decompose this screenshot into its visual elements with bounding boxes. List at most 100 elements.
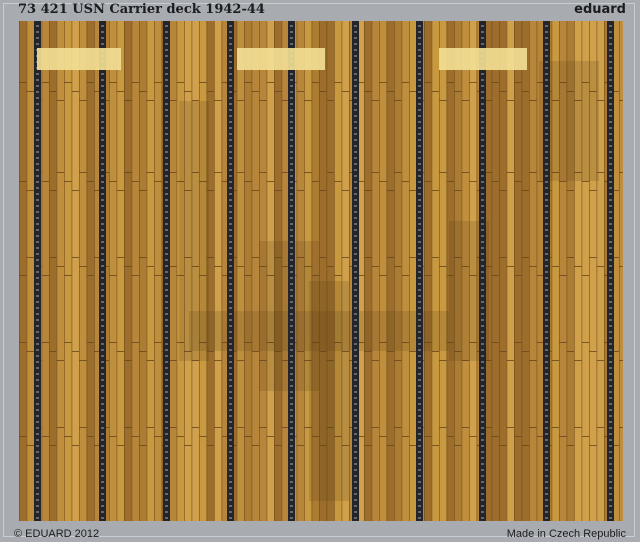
tie-down-hole: [354, 403, 357, 405]
plank-butt-joint: [49, 257, 57, 258]
tie-down-hole: [418, 511, 421, 513]
tie-down-hole: [101, 217, 104, 219]
tie-down-hole: [481, 73, 484, 75]
tie-down-hole: [165, 295, 168, 297]
tie-down-hole: [418, 31, 421, 33]
tie-down-hole: [229, 307, 232, 309]
plank-butt-joint: [206, 91, 214, 92]
tie-down-hole: [101, 409, 104, 411]
plank-butt-joint: [379, 275, 387, 276]
tie-down-hole: [481, 487, 484, 489]
tie-down-hole: [101, 127, 104, 129]
tie-down-hole: [165, 85, 168, 87]
tie-down-hole: [290, 331, 293, 333]
tie-down-hole: [229, 439, 232, 441]
tie-down-hole: [165, 481, 168, 483]
plank-butt-joint: [244, 82, 252, 83]
tie-down-hole: [290, 217, 293, 219]
tie-down-hole: [290, 319, 293, 321]
tie-down-hole: [290, 235, 293, 237]
plank-seam: [394, 21, 395, 521]
tie-down-hole: [545, 463, 548, 465]
plank-butt-joint: [431, 445, 439, 446]
tie-down-hole: [609, 457, 612, 459]
tie-down-hole: [36, 205, 39, 207]
tie-down-hole: [101, 163, 104, 165]
tie-down-hole: [229, 463, 232, 465]
tie-down-hole: [418, 283, 421, 285]
tie-down-hole: [36, 355, 39, 357]
tie-down-hole: [609, 403, 612, 405]
tie-down-hole: [354, 325, 357, 327]
tie-down-hole: [609, 313, 612, 315]
tie-down-hole: [481, 505, 484, 507]
tie-down-hole: [609, 487, 612, 489]
tie-down-hole: [545, 91, 548, 93]
tie-down-hole: [290, 145, 293, 147]
plank-butt-joint: [619, 100, 623, 101]
tie-down-hole: [545, 487, 548, 489]
tie-down-hole: [609, 61, 612, 63]
tie-down-hole: [545, 433, 548, 435]
tie-down-hole: [165, 301, 168, 303]
tie-down-hole: [481, 457, 484, 459]
tie-down-hole: [101, 499, 104, 501]
photo-etch-fret: 73 421 USN Carrier deck 1942-44 eduard ©…: [0, 0, 640, 542]
plank-butt-joint: [236, 266, 244, 267]
plank-butt-joint: [71, 445, 79, 446]
tie-down-hole: [545, 199, 548, 201]
tie-down-hole: [481, 277, 484, 279]
tie-down-hole: [481, 157, 484, 159]
plank-butt-joint: [109, 181, 117, 182]
plank-butt-joint: [461, 100, 469, 101]
tie-down-hole: [354, 25, 357, 27]
plank-butt-joint: [131, 181, 139, 182]
plank-butt-joint: [566, 257, 574, 258]
plank-butt-joint: [311, 181, 319, 182]
tie-down-hole: [165, 493, 168, 495]
plank-butt-joint: [439, 172, 447, 173]
tie-down-hole: [418, 457, 421, 459]
tie-down-hole: [101, 427, 104, 429]
tie-down-hole: [36, 265, 39, 267]
tie-down-hole: [290, 361, 293, 363]
plank-seam: [56, 21, 58, 521]
plank-butt-joint: [386, 351, 394, 352]
plank-butt-joint: [566, 351, 574, 352]
tie-down-hole: [609, 427, 612, 429]
tie-down-hole: [481, 217, 484, 219]
tie-down-hole: [101, 25, 104, 27]
plank-butt-joint: [521, 91, 529, 92]
plank-seam: [176, 21, 178, 521]
plank-butt-joint: [139, 257, 147, 258]
tie-down-hole: [354, 313, 357, 315]
tie-down-hole: [354, 337, 357, 339]
tie-down-hole: [418, 517, 421, 519]
fret-title: 73 421 USN Carrier deck 1942-44: [18, 2, 265, 17]
tie-down-hole: [165, 469, 168, 471]
tie-down-hole: [418, 73, 421, 75]
plank-butt-joint: [431, 257, 439, 258]
tie-down-hole: [481, 403, 484, 405]
tie-down-hole: [545, 223, 548, 225]
tie-down-hole: [101, 103, 104, 105]
plank-butt-joint: [131, 342, 139, 343]
tie-down-hole: [418, 49, 421, 51]
tie-down-hole: [609, 319, 612, 321]
tie-down-hole: [354, 469, 357, 471]
tie-down-hole: [229, 475, 232, 477]
tie-down-hole: [101, 505, 104, 507]
tie-down-hole: [609, 397, 612, 399]
tie-down-hole: [36, 307, 39, 309]
plank-butt-joint: [184, 445, 192, 446]
tie-down-hole: [354, 439, 357, 441]
tie-down-hole: [229, 379, 232, 381]
tie-down-hole: [354, 307, 357, 309]
tie-down-hole: [418, 271, 421, 273]
tie-down-hole: [36, 319, 39, 321]
tie-down-hole: [165, 181, 168, 183]
tie-down-hole: [36, 277, 39, 279]
plank-butt-joint: [559, 275, 567, 276]
deck-plank: [514, 21, 522, 521]
tie-down-hole: [36, 379, 39, 381]
